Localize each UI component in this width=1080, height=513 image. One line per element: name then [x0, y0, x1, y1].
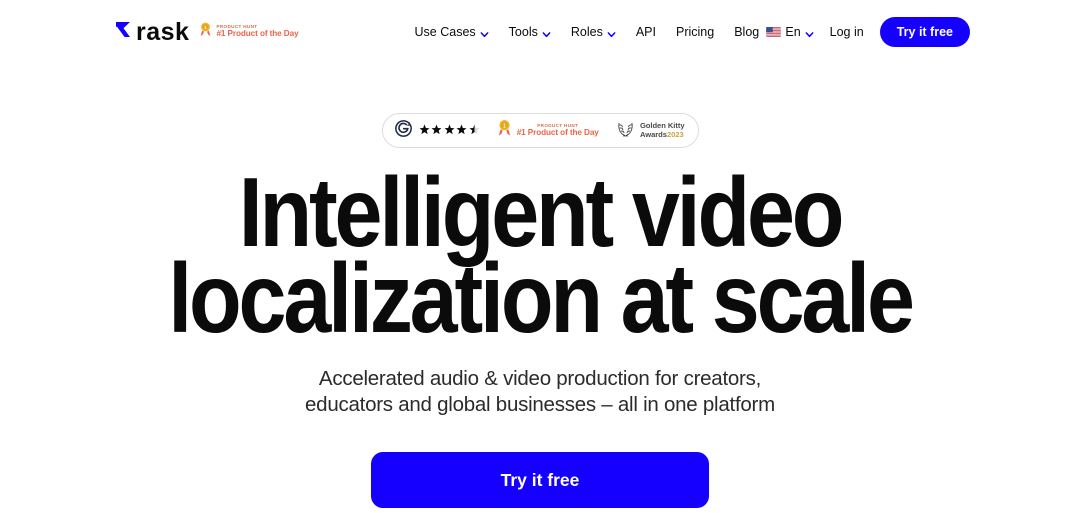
header-product-hunt-text: PRODUCT HUNT #1 Product of the Day: [216, 24, 299, 39]
hero-subtitle-line-1: Accelerated audio & video production for…: [318, 367, 762, 391]
product-hunt-medal-icon: 1: [497, 119, 512, 142]
site-header: rask 1 PRODUCT HUNT #1 Product of the Da…: [0, 0, 1080, 64]
product-hunt-medal-icon: 1: [199, 22, 212, 42]
award-g2[interactable]: 2: [394, 119, 480, 142]
rask-logo-wordmark: rask: [136, 17, 190, 46]
nav-item-use-cases-label: Use Cases: [414, 25, 476, 39]
chevron-down-icon: [480, 28, 489, 37]
header-product-hunt-badge[interactable]: 1 PRODUCT HUNT #1 Product of the Day: [199, 22, 299, 42]
star-icon: [431, 122, 442, 140]
header-right-zone: En Log in Try it free: [766, 17, 970, 47]
laurel-wreath-icon: [616, 119, 635, 143]
golden-kitty-year: 2023: [666, 129, 684, 139]
nav-item-pricing[interactable]: Pricing: [676, 25, 714, 39]
nav-item-api[interactable]: API: [636, 25, 656, 39]
headline-line-2: localization at scale: [168, 243, 915, 354]
rask-arrow-logo-icon: [113, 19, 133, 45]
nav-item-api-label: API: [635, 25, 656, 39]
nav-item-blog-label: Blog: [734, 25, 760, 39]
hero-section: 2 1 PRODUCT HUNT #1 Product of the Day G…: [0, 64, 1080, 513]
nav-item-tools-label: Tools: [508, 25, 538, 39]
golden-kitty-awards-label: Awards: [639, 129, 667, 139]
header-try-it-free-button[interactable]: Try it free: [879, 17, 970, 47]
page-title: Intelligent video localization at scale: [65, 163, 1015, 347]
g2-star-rating: [419, 122, 480, 140]
us-flag-icon: [766, 27, 782, 37]
brand-zone: rask 1 PRODUCT HUNT #1 Product of the Da…: [113, 19, 299, 45]
nav-item-pricing-label: Pricing: [675, 25, 715, 39]
chevron-down-icon: [607, 28, 616, 37]
golden-kitty-line2: Awards2023: [639, 129, 685, 140]
award-product-hunt-title: #1 Product of the Day: [516, 127, 599, 137]
header-product-hunt-title: #1 Product of the Day: [216, 29, 299, 39]
g2-logo-icon: 2: [394, 119, 412, 142]
awards-bar: 2 1 PRODUCT HUNT #1 Product of the Day G…: [381, 113, 699, 148]
rask-logo[interactable]: rask: [113, 19, 189, 45]
award-golden-kitty-text: Golden Kitty Awards2023: [639, 121, 685, 140]
half-star-icon: [469, 122, 480, 140]
award-golden-kitty[interactable]: Golden Kitty Awards2023: [616, 119, 685, 143]
nav-item-tools[interactable]: Tools: [509, 25, 551, 39]
login-link[interactable]: Log in: [830, 25, 864, 39]
svg-text:2: 2: [407, 122, 410, 128]
hero-subtitle: Accelerated audio & video production for…: [0, 366, 1080, 418]
hero-subtitle-line-2: educators and global businesses – all in…: [305, 393, 775, 417]
award-product-hunt-text: PRODUCT HUNT #1 Product of the Day: [516, 123, 599, 137]
chevron-down-icon: [542, 28, 551, 37]
star-icon: [456, 122, 467, 140]
award-product-hunt[interactable]: 1 PRODUCT HUNT #1 Product of the Day: [497, 119, 599, 142]
nav-item-roles[interactable]: Roles: [571, 25, 616, 39]
language-label: En: [785, 25, 801, 39]
svg-text:1: 1: [503, 123, 506, 129]
nav-item-blog[interactable]: Blog: [734, 25, 759, 39]
hero-try-it-free-button[interactable]: Try it free: [371, 452, 709, 509]
main-navigation: Use Cases Tools Roles API Pricing Blog: [415, 25, 760, 39]
nav-item-roles-label: Roles: [570, 25, 603, 39]
chevron-down-icon: [805, 28, 814, 37]
nav-item-use-cases[interactable]: Use Cases: [415, 25, 489, 39]
star-icon: [444, 122, 455, 140]
language-selector[interactable]: En: [766, 25, 814, 39]
star-icon: [419, 122, 430, 140]
